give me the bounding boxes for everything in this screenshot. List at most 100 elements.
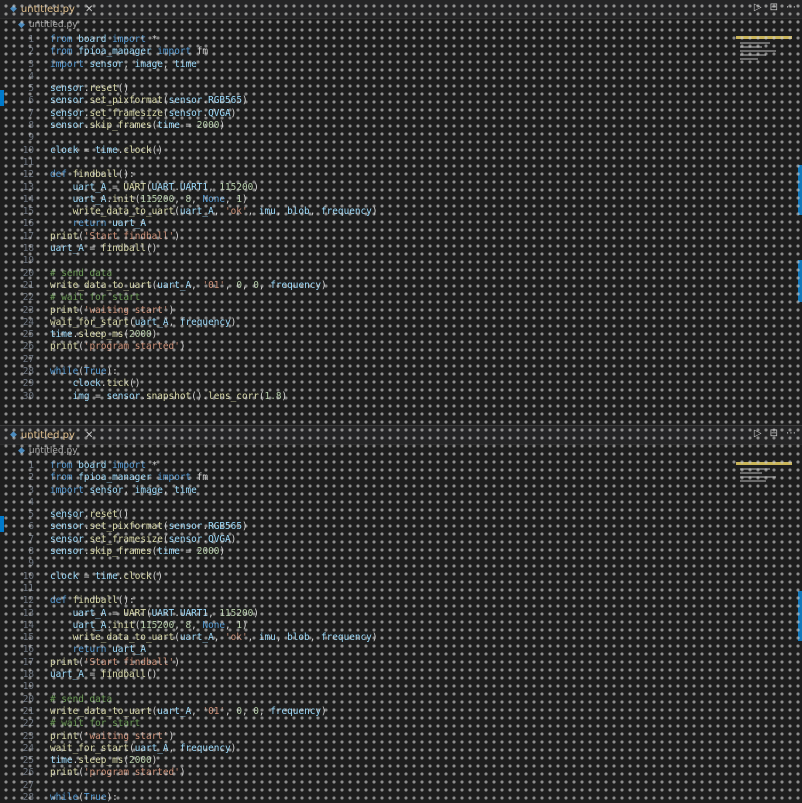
code-token: , <box>258 279 271 291</box>
breadcrumb-file[interactable]: untitled.py <box>29 446 78 456</box>
code-line[interactable]: 2 from fpioa_manager import fm <box>0 46 740 58</box>
code-line[interactable]: 25 time.sleep_ms(2000) <box>0 329 740 341</box>
code-line[interactable]: 25 time.sleep_ms(2000) <box>0 755 740 767</box>
code-token: , <box>275 206 288 218</box>
code-line[interactable]: 8 sensor.skip_frames(time = 2000) <box>0 120 740 132</box>
code-line[interactable]: 4 <box>0 71 740 83</box>
code-token: uart_A <box>72 607 107 619</box>
code-token: sensor <box>168 95 203 107</box>
code-line[interactable]: 21 write_data_to_uart(uart_A, '01', 0, 0,… <box>0 280 740 292</box>
line-text: print('program started') <box>50 341 186 353</box>
code-line[interactable]: 26 print('program started') <box>0 341 740 353</box>
code-line[interactable]: 18 uart_A = findball() <box>0 669 740 681</box>
code-line[interactable]: 1 from board import * <box>0 460 740 472</box>
code-line[interactable]: 3 import sensor, image, time <box>0 59 740 71</box>
code-line[interactable]: 20 # send data <box>0 694 740 706</box>
run-icon[interactable]: ▷ <box>754 428 762 439</box>
code-line[interactable]: 26 print('program started') <box>0 767 740 779</box>
code-editor[interactable]: 1 from board import * 2 from fpioa_manager … <box>0 460 740 803</box>
more-actions-icon[interactable]: ⋯ <box>786 2 796 13</box>
code-editor[interactable]: 1 from board import * 2 from fpioa_manager … <box>0 34 740 403</box>
code-line[interactable]: 12 def findball(): <box>0 595 740 607</box>
code-line[interactable]: 10 clock = time.clock() <box>0 571 740 583</box>
minimap-slider[interactable] <box>736 462 792 465</box>
split-editor-icon[interactable]: ⊟ <box>770 428 778 439</box>
more-actions-icon[interactable]: ⋯ <box>786 428 796 439</box>
close-icon[interactable]: ✕ <box>85 430 93 441</box>
code-line[interactable]: 2 from fpioa_manager import fm <box>0 472 740 484</box>
close-icon[interactable]: ✕ <box>85 4 93 15</box>
minimap[interactable] <box>736 462 792 490</box>
code-line[interactable]: 22 # wait for start <box>0 718 740 730</box>
editor-tab[interactable]: ◆ untitled.py ✕ <box>10 426 93 444</box>
code-line[interactable]: 14 uart_A.init(115200, 8, None, 1) <box>0 194 740 206</box>
code-line[interactable]: 19 <box>0 255 740 267</box>
code-line[interactable]: 27 <box>0 780 740 792</box>
run-icon[interactable]: ▷ <box>754 2 762 13</box>
code-line[interactable]: 11 <box>0 583 740 595</box>
line-number: 22 <box>22 718 34 730</box>
code-token: UART1 <box>179 181 209 193</box>
minimap-slider[interactable] <box>736 36 792 39</box>
code-line[interactable]: 23 print('waiting start') <box>0 731 740 743</box>
minimap[interactable] <box>736 36 792 64</box>
editor-tab[interactable]: ◆ untitled.py ✕ <box>10 0 93 18</box>
code-line[interactable]: 30 img = sensor.snapshot().lens_corr(1.8… <box>0 391 740 403</box>
code-line[interactable]: 21 write_data_to_uart(uart_A, '01', 0, 0,… <box>0 706 740 718</box>
code-line[interactable]: 4 <box>0 497 740 509</box>
code-line[interactable]: 27 <box>0 354 740 366</box>
code-line[interactable]: 16 return uart_A <box>0 644 740 656</box>
code-line[interactable]: 7 sensor.set_framesize(sensor.QVGA) <box>0 534 740 546</box>
code-line[interactable]: 28 while(True): <box>0 366 740 378</box>
code-line[interactable]: 6 sensor.set_pixformat(sensor.RGB565) <box>0 521 740 533</box>
scrollbar-thumb[interactable] <box>798 165 802 215</box>
code-line[interactable]: 18 uart_A = findball() <box>0 243 740 255</box>
code-line[interactable]: 5 sensor.reset() <box>0 509 740 521</box>
code-line[interactable]: 8 sensor.skip_frames(time = 2000) <box>0 546 740 558</box>
code-line[interactable]: 9 <box>0 132 740 144</box>
breadcrumb[interactable]: ◆ untitled.py <box>18 20 78 30</box>
code-line[interactable]: 15 write_data_to_uart(uart_A, 'ok', imu,… <box>0 206 740 218</box>
code-line[interactable]: 3 import sensor, image, time <box>0 485 740 497</box>
code-line[interactable]: 16 return uart_A <box>0 218 740 230</box>
line-text: sensor.set_pixformat(sensor.RGB565) <box>50 95 248 107</box>
code-line[interactable]: 20 # send data <box>0 268 740 280</box>
code-line[interactable]: 23 print('waiting start') <box>0 305 740 317</box>
code-line[interactable]: 9 <box>0 558 740 570</box>
code-line[interactable]: 29 clock.tick() <box>0 378 740 390</box>
line-number: 2 <box>28 472 34 484</box>
line-number: 12 <box>22 595 34 607</box>
split-editor-icon[interactable]: ⊟ <box>770 2 778 13</box>
code-line[interactable]: 13 uart_A = UART(UART.UART1, 115200) <box>0 608 740 620</box>
code-token: uart_A <box>112 218 146 230</box>
code-token: print <box>50 767 79 779</box>
code-line[interactable]: 28 while(True): <box>0 792 740 803</box>
code-token: uart_A <box>157 705 192 717</box>
code-line[interactable]: 17 print('Start findball') <box>0 231 740 243</box>
code-line[interactable]: 22 # wait for start <box>0 292 740 304</box>
code-line[interactable]: 5 sensor.reset() <box>0 83 740 95</box>
line-number: 27 <box>22 353 34 365</box>
code-token: , <box>191 705 203 717</box>
code-line[interactable]: 11 <box>0 157 740 169</box>
code-line[interactable]: 17 print('Start findball') <box>0 657 740 669</box>
code-token: , <box>191 279 203 291</box>
line-text: from board import * <box>50 460 157 472</box>
code-line[interactable]: 15 write_data_to_uart(uart_A, 'ok', imu,… <box>0 632 740 644</box>
code-token: uart_A <box>134 742 169 754</box>
breadcrumb[interactable]: ◆ untitled.py <box>18 446 78 456</box>
code-line[interactable]: 24 wait_for_start(uart_A, frequency) <box>0 743 740 755</box>
code-line[interactable]: 14 uart_A.init(115200, 8, None, 1) <box>0 620 740 632</box>
code-line[interactable]: 1 from board import * <box>0 34 740 46</box>
code-line[interactable]: 19 <box>0 681 740 693</box>
scrollbar-thumb[interactable] <box>798 591 802 641</box>
code-token: image <box>134 484 163 496</box>
code-line[interactable]: 10 clock = time.clock() <box>0 145 740 157</box>
breadcrumb-file[interactable]: untitled.py <box>29 20 78 30</box>
code-line[interactable]: 24 wait_for_start(uart_A, frequency) <box>0 317 740 329</box>
code-line[interactable]: 12 def findball(): <box>0 169 740 181</box>
code-line[interactable]: 6 sensor.set_pixformat(sensor.RGB565) <box>0 95 740 107</box>
code-line[interactable]: 7 sensor.set_framesize(sensor.QVGA) <box>0 108 740 120</box>
code-line[interactable]: 13 uart_A = UART(UART.UART1, 115200) <box>0 182 740 194</box>
